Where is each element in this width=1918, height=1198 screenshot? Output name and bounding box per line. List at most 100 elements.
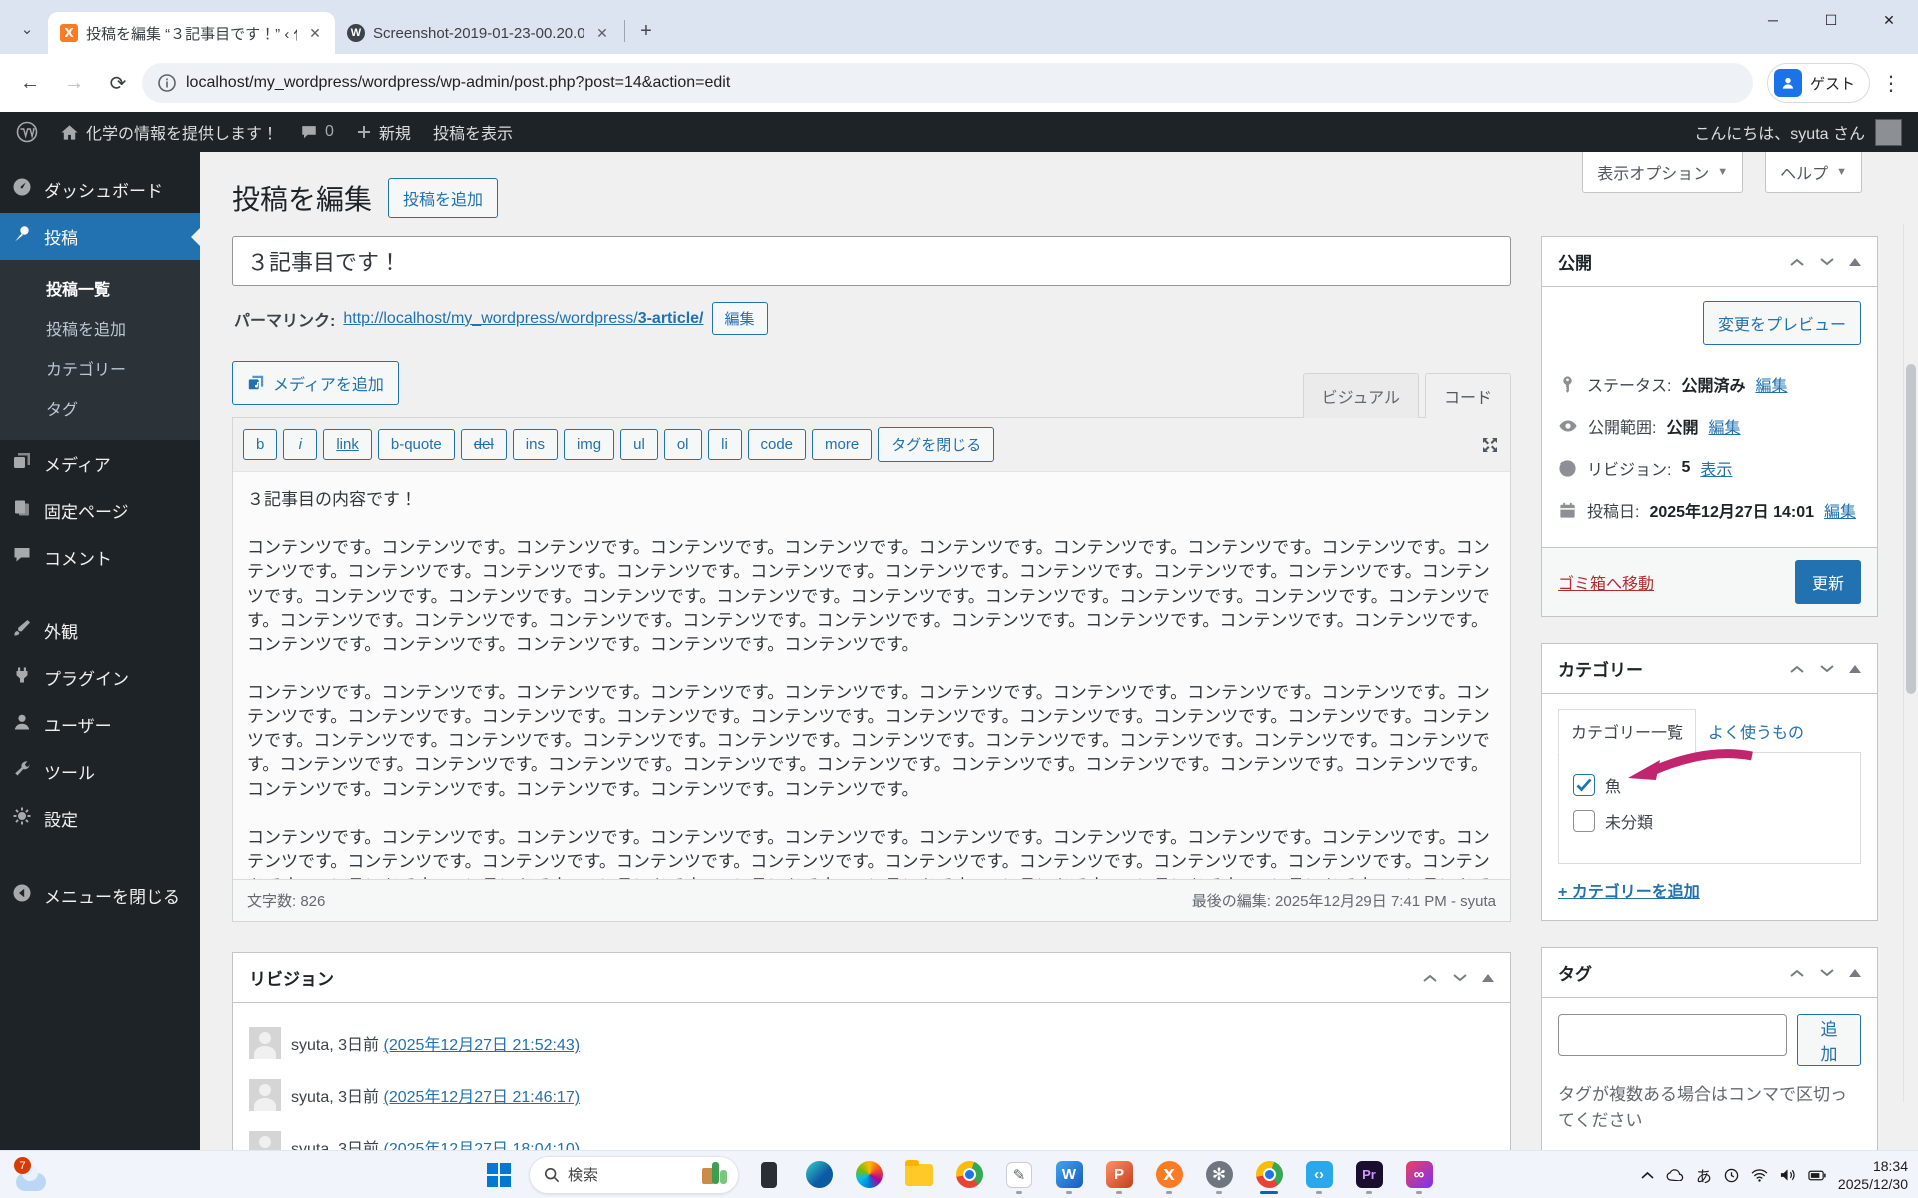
sidebar-item-コメント[interactable]: コメント [0, 534, 200, 581]
toggle-panel-icon[interactable] [1849, 968, 1861, 977]
scrollbar-thumb[interactable] [1906, 364, 1916, 694]
sidebar-item-投稿[interactable]: 投稿 [0, 213, 200, 260]
quicktag-ul-button[interactable]: ul [620, 429, 658, 460]
move-down-icon[interactable] [1452, 973, 1468, 983]
post-title-input[interactable] [232, 236, 1511, 286]
move-up-icon[interactable] [1422, 973, 1438, 983]
sidebar-item-ユーザー[interactable]: ユーザー [0, 701, 200, 748]
cloud-sync-icon[interactable] [1666, 1169, 1684, 1181]
reload-icon[interactable]: ⟳ [98, 63, 138, 103]
edge-icon[interactable] [799, 1155, 839, 1195]
tab-code-editor[interactable]: コード [1424, 373, 1511, 418]
minimize-button[interactable]: ─ [1744, 0, 1802, 40]
add-tag-button[interactable]: 追加 [1797, 1014, 1861, 1066]
tray-chevron-up-icon[interactable] [1641, 1171, 1654, 1179]
comments-bubble[interactable]: 0 [300, 123, 334, 141]
powerpoint-icon[interactable]: P [1099, 1155, 1139, 1195]
move-up-icon[interactable] [1789, 968, 1805, 978]
quicktag-li-button[interactable]: li [707, 429, 742, 460]
toggle-panel-icon[interactable] [1482, 973, 1494, 982]
move-to-trash-link[interactable]: ゴミ箱へ移動 [1558, 570, 1654, 594]
browser-tab[interactable]: ꓫ 投稿を編集 “３記事目です！” ‹ 化 ✕ [48, 12, 335, 54]
edit-permalink-button[interactable]: 編集 [711, 302, 768, 335]
toggle-panel-icon[interactable] [1849, 664, 1861, 673]
sidebar-item-ツール[interactable]: ツール [0, 748, 200, 795]
chrome-icon[interactable] [949, 1155, 989, 1195]
add-media-button[interactable]: メディアを追加 [232, 361, 399, 405]
permalink-link[interactable]: http://localhost/my_wordpress/wordpress/… [343, 310, 703, 328]
quicktag-img-button[interactable]: img [563, 429, 615, 460]
start-button[interactable] [479, 1155, 519, 1195]
tab-close-icon[interactable]: ✕ [592, 23, 612, 43]
publish-row-action-link[interactable]: 表示 [1700, 456, 1732, 480]
sidebar-item-設定[interactable]: 設定 [0, 795, 200, 842]
new-tag-input[interactable] [1558, 1014, 1787, 1056]
browser-tab[interactable]: Screenshot-2019-01-23-00.20.0 ✕ [335, 12, 622, 54]
fullscreen-icon[interactable] [1480, 435, 1500, 455]
update-button[interactable]: 更新 [1794, 560, 1861, 604]
move-down-icon[interactable] [1819, 664, 1835, 674]
word-icon[interactable]: W [1049, 1155, 1089, 1195]
sidebar-item-メニューを閉じる[interactable]: メニューを閉じる [0, 872, 200, 919]
howdy-greeting[interactable]: こんにちは、syuta さん [1694, 120, 1865, 144]
quicktag-link-button[interactable]: link [323, 429, 372, 460]
sidebar-subitem-投稿一覧[interactable]: 投稿一覧 [0, 268, 200, 308]
help-tab[interactable]: ヘルプ ▼ [1765, 152, 1862, 193]
sidebar-subitem-カテゴリー[interactable]: カテゴリー [0, 348, 200, 388]
publish-row-action-link[interactable]: 編集 [1708, 414, 1740, 438]
sidebar-item-固定ページ[interactable]: 固定ページ [0, 487, 200, 534]
maximize-button[interactable]: ☐ [1802, 0, 1860, 40]
quicktag-ins-button[interactable]: ins [512, 429, 558, 460]
toggle-panel-icon[interactable] [1849, 257, 1861, 266]
quicktag-b-button[interactable]: b [243, 429, 278, 460]
clock-sync-icon[interactable] [1724, 1168, 1739, 1183]
wordpress-logo-icon[interactable] [16, 121, 38, 143]
taskbar-search[interactable]: 検索 [529, 1155, 739, 1194]
profile-chip[interactable]: ゲスト [1766, 63, 1870, 103]
settings-icon[interactable]: ✻ [1199, 1155, 1239, 1195]
vscode-icon[interactable]: ‹› [1299, 1155, 1339, 1195]
publish-row-action-link[interactable]: 編集 [1824, 498, 1856, 522]
view-post-link[interactable]: 投稿を表示 [433, 120, 513, 144]
quicktag-b-quote-button[interactable]: b-quote [377, 429, 455, 460]
publish-row-action-link[interactable]: 編集 [1755, 372, 1787, 396]
move-down-icon[interactable] [1819, 968, 1835, 978]
browser-menu-icon[interactable]: ⋮ [1874, 66, 1908, 100]
ime-indicator[interactable]: あ [1696, 1163, 1712, 1187]
tab-search-icon[interactable]: ⌄ [10, 12, 44, 46]
post-content-textarea[interactable]: ３記事目の内容です！ コンテンツです。コンテンツです。コンテンツです。コンテンツ… [233, 471, 1510, 879]
move-down-icon[interactable] [1819, 257, 1835, 267]
address-bar[interactable]: localhost/my_wordpress/wordpress/wp-admi… [142, 63, 1753, 103]
weather-widget[interactable]: 7 [14, 1157, 54, 1193]
preview-changes-button[interactable]: 変更をプレビュー [1702, 301, 1861, 345]
sidebar-item-メディア[interactable]: メディア [0, 440, 200, 487]
revision-date-link[interactable]: (2025年12月27日 21:52:43) [383, 1037, 580, 1054]
user-avatar[interactable] [1875, 118, 1902, 146]
wifi-icon[interactable] [1751, 1168, 1768, 1182]
premiere-icon[interactable]: Pr [1349, 1155, 1389, 1195]
quicktag-i-button[interactable]: i [283, 429, 318, 460]
copilot-icon[interactable] [849, 1155, 889, 1195]
new-tab-button[interactable]: + [631, 16, 661, 46]
move-up-icon[interactable] [1789, 664, 1805, 674]
snipping-icon[interactable]: ✎ [999, 1155, 1039, 1195]
site-info-icon[interactable] [158, 74, 176, 92]
xampp-icon[interactable]: ꓫ [1149, 1155, 1189, 1195]
add-new-post-button[interactable]: 投稿を追加 [388, 178, 499, 218]
screen-options-tab[interactable]: 表示オプション ▼ [1582, 152, 1744, 193]
chrome-active-icon[interactable] [1249, 1155, 1289, 1195]
revision-date-link[interactable]: (2025年12月27日 21:46:17) [383, 1089, 580, 1106]
quicktag-code-button[interactable]: code [747, 429, 807, 460]
sidebar-subitem-投稿を追加[interactable]: 投稿を追加 [0, 308, 200, 348]
tab-all-categories[interactable]: カテゴリー一覧 [1558, 709, 1697, 753]
explorer-icon[interactable] [899, 1155, 939, 1195]
volume-icon[interactable] [1780, 1168, 1796, 1182]
tab-close-icon[interactable]: ✕ [305, 23, 325, 43]
forward-icon[interactable]: → [54, 63, 94, 103]
page-scrollbar[interactable] [1903, 224, 1918, 1102]
taskbar-clock[interactable]: 18:34 2025/12/30 [1838, 1157, 1908, 1193]
sidebar-subitem-タグ[interactable]: タグ [0, 388, 200, 428]
quicktag-del-button[interactable]: del [460, 429, 507, 460]
creative-cloud-icon[interactable]: ∞ [1399, 1155, 1439, 1195]
close-button[interactable]: ✕ [1860, 0, 1918, 40]
